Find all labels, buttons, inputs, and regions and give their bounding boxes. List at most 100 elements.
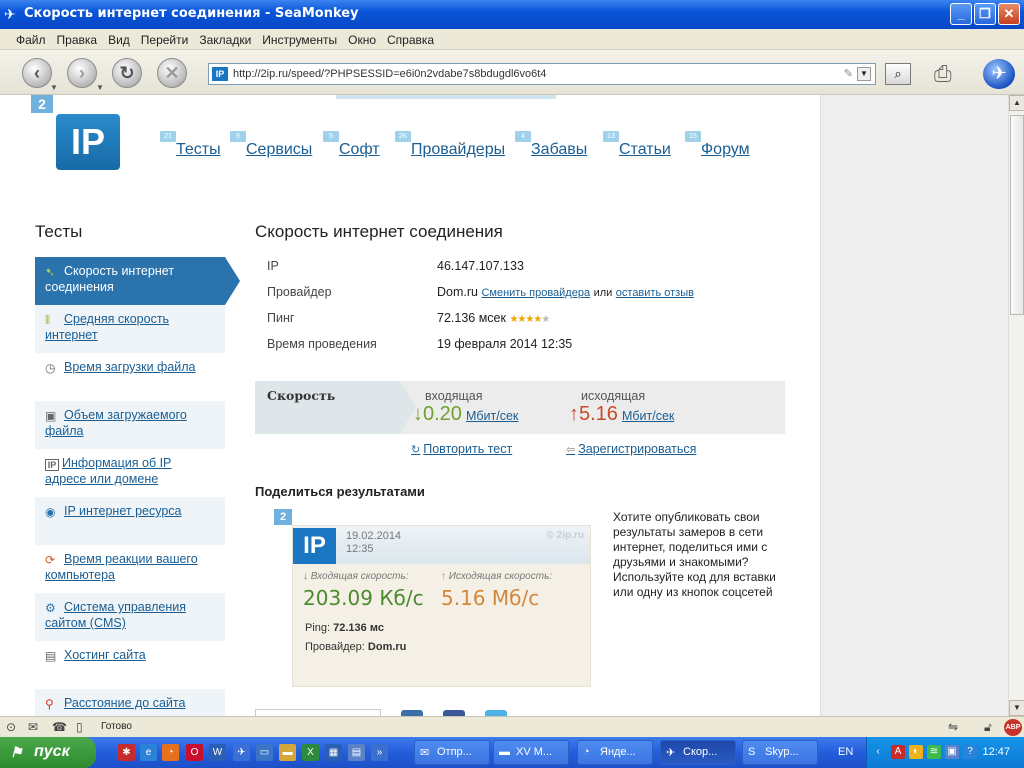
tray-expand-icon[interactable]: ‹ <box>871 745 885 759</box>
reload-button[interactable]: ↻ <box>112 58 142 88</box>
minimize-button[interactable]: _ <box>950 3 972 25</box>
back-dropdown-icon[interactable]: ▼ <box>50 83 58 92</box>
sidebar-item-download-time[interactable]: ◷ Время загрузки файла <box>35 353 225 401</box>
sidebar-item-reaction-time[interactable]: ⟳ Время реакции вашего компьютера <box>35 545 225 593</box>
topnav-link[interactable]: Форум <box>701 141 750 159</box>
sidebar-item-resource-ip[interactable]: ◉ IP интернет ресурса <box>35 497 225 545</box>
task-button-0[interactable]: ✉ Отпр... <box>414 740 490 765</box>
maximize-button[interactable]: ❐ <box>974 3 996 25</box>
sidebar-item-label[interactable]: Система управления сайтом (CMS) <box>45 600 186 630</box>
sidebar-item-label[interactable]: Время реакции вашего компьютера <box>45 552 198 582</box>
task-button-4[interactable]: S Skyp... <box>742 740 818 765</box>
sidebar-item-label[interactable]: Информация об IP адресе или домене <box>45 456 171 486</box>
doc-icon[interactable]: ▤ <box>348 744 365 761</box>
leave-review-link[interactable]: оставить отзыв <box>616 287 694 299</box>
register-link[interactable]: ⇦ Зарегистрироваться <box>566 442 696 456</box>
sidebar-item-hosting[interactable]: ▤ Хостинг сайта <box>35 641 225 689</box>
word-icon[interactable]: W <box>209 744 226 761</box>
task-button-2[interactable]: ◔ Янде... <box>577 740 653 765</box>
sidebar-item-average-speed[interactable]: ⫴ Средняя скорость интернет <box>35 305 225 353</box>
network-icon[interactable]: ≋ <box>927 745 941 759</box>
menu-view[interactable]: Вид <box>102 29 135 47</box>
retest-link[interactable]: ↻ Повторить тест <box>411 442 512 456</box>
seamonkey-throbber-icon[interactable]: ✈ <box>983 59 1015 89</box>
excel-icon[interactable]: X <box>302 744 319 761</box>
stop-button[interactable]: ✕ <box>157 58 187 88</box>
menu-help[interactable]: Справка <box>381 29 439 47</box>
sidebar-item-label[interactable]: Время загрузки файла <box>64 360 196 374</box>
window-title: Скорость интернет соединения - SeaMonkey <box>24 6 359 21</box>
lock-icon: 🔓︎ <box>984 720 992 734</box>
composer-icon[interactable]: ▯ <box>76 720 92 734</box>
scroll-down-icon[interactable]: ▼ <box>1009 700 1024 716</box>
address-bar[interactable]: IP http://2ip.ru/speed/?PHPSESSID=e6i0n2… <box>208 63 876 85</box>
topnav-link[interactable]: Софт <box>339 141 380 159</box>
sidebar-item-ip-info[interactable]: IP Информация об IP адресе или домене <box>35 449 225 497</box>
language-indicator[interactable]: EN <box>838 746 853 758</box>
sidebar-item-label[interactable]: Хостинг сайта <box>64 648 146 662</box>
sidebar-item-label[interactable]: Расстояние до сайта <box>64 696 185 710</box>
sidebar-item-connection-speed[interactable]: ➷ Скорость интернет соединения <box>35 257 240 305</box>
back-button[interactable]: ‹ <box>22 58 52 88</box>
vertical-scrollbar[interactable]: ▲ ▼ <box>1008 95 1024 716</box>
task-button-3[interactable]: ✈ Скор... <box>660 740 736 765</box>
tray-yellow-icon[interactable]: ◐ <box>909 745 923 759</box>
app-quick-icon[interactable]: ▦ <box>325 744 342 761</box>
embed-code-input[interactable] <box>255 709 381 716</box>
menu-window[interactable]: Окно <box>342 29 381 47</box>
incoming-unit-link[interactable]: Мбит/сек <box>466 409 518 423</box>
print-icon[interactable]: ⎙ <box>934 61 966 87</box>
search-button[interactable]: ⌕ <box>885 63 911 85</box>
topnav-link[interactable]: Статьи <box>619 141 671 159</box>
topnav-link[interactable]: Забавы <box>531 141 587 159</box>
acrobat-icon[interactable]: A <box>891 745 905 759</box>
task-button-1[interactable]: ▬ XV М... <box>493 740 569 765</box>
ie-icon[interactable]: e <box>140 744 157 761</box>
sidebar-item-label[interactable]: IP интернет ресурса <box>64 504 182 518</box>
forward-dropdown-icon[interactable]: ▼ <box>96 83 104 92</box>
card-provider-label: Провайдер: <box>305 641 365 653</box>
forward-button[interactable]: › <box>67 58 97 88</box>
seamonkey-quick-icon[interactable]: ✈ <box>233 744 250 761</box>
sidebar-item-file-size[interactable]: ▣ Объем загружаемого файла <box>35 401 225 449</box>
bars-icon: ⫴ <box>45 313 51 327</box>
topnav-link[interactable]: Сервисы <box>246 141 312 159</box>
scroll-thumb[interactable] <box>1010 115 1024 315</box>
firefox-icon[interactable]: ◔ <box>162 744 179 761</box>
change-provider-link[interactable]: Сменить провайдера <box>481 287 590 299</box>
tray-app-icon[interactable]: ▣ <box>945 745 959 759</box>
topnav-link[interactable]: Провайдеры <box>411 141 505 159</box>
sidebar: ➷ Скорость интернет соединения ⫴ Средняя с… <box>35 257 241 716</box>
close-button[interactable]: ✕ <box>998 3 1020 25</box>
scroll-up-icon[interactable]: ▲ <box>1009 95 1024 111</box>
help-icon[interactable]: ? <box>963 745 977 759</box>
folder-quick-icon[interactable]: ▬ <box>279 744 296 761</box>
site-logo[interactable]: IP <box>56 114 120 170</box>
adblock-icon[interactable]: ABP <box>1004 719 1022 736</box>
outgoing-value: 5.16 <box>579 403 618 425</box>
more-quick-icon[interactable]: » <box>371 744 388 761</box>
menu-file[interactable]: Файл <box>10 29 51 47</box>
card-ping-label: Ping: <box>305 622 331 634</box>
quicklaunch-app-icon[interactable]: ✱ <box>118 744 135 761</box>
address-url[interactable]: http://2ip.ru/speed/?PHPSESSID=e6i0n2vda… <box>233 68 546 80</box>
menu-tools[interactable]: Инструменты <box>256 29 342 47</box>
sidebar-item-label[interactable]: Средняя скорость интернет <box>45 312 169 342</box>
mail-icon[interactable]: ✉ <box>28 720 44 734</box>
history-dropdown-icon[interactable]: ▼ <box>857 67 871 81</box>
menu-bookmarks[interactable]: Закладки <box>193 29 256 47</box>
opera-icon[interactable]: O <box>186 744 203 761</box>
ping-rating-stars-icon: ★★★★★ <box>509 314 550 325</box>
start-button[interactable]: ⚑ пуск <box>0 737 96 768</box>
menu-go[interactable]: Перейти <box>135 29 194 47</box>
outgoing-unit-link[interactable]: Мбит/сек <box>622 409 674 423</box>
menu-edit[interactable]: Правка <box>51 29 103 47</box>
result-card[interactable]: IP 19.02.2014 12:35 © 2ip.ru ↓ Входящая … <box>292 525 591 687</box>
window-icon[interactable]: ▭ <box>256 744 273 761</box>
online-status-icon[interactable]: ⊙ <box>6 720 22 734</box>
sidebar-item-label[interactable]: Объем загружаемого файла <box>45 408 187 438</box>
topnav-link[interactable]: Тесты <box>176 141 221 159</box>
sidebar-item-cms[interactable]: ⚙ Система управления сайтом (CMS) <box>35 593 225 641</box>
sidebar-item-distance[interactable]: ⚲ Расстояние до сайта <box>35 689 225 716</box>
chat-icon[interactable]: ☎ <box>52 720 68 734</box>
